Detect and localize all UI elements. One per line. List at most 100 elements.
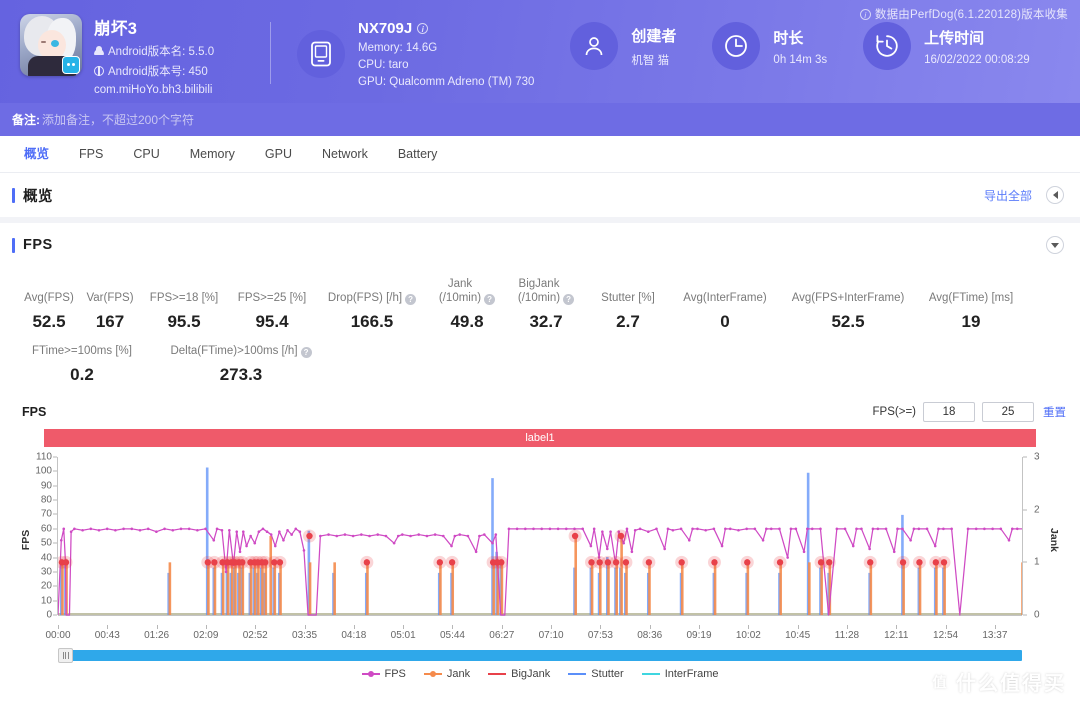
x-tick-label: 13:37 (982, 630, 1008, 641)
x-tick-label: 05:44 (439, 630, 465, 641)
app-version-code-row: Android版本号: 450 (94, 63, 214, 79)
bilibili-badge-icon (62, 56, 80, 74)
y-tick-mark (53, 513, 57, 515)
tab-overview[interactable]: 概览 (10, 136, 63, 172)
metric-cell: Stutter [%] 2.7 (586, 291, 670, 332)
device-memory: Memory: 14.6G (358, 42, 438, 54)
x-tick-mark (699, 625, 701, 629)
chart-plot-area[interactable]: FPS Jank 0 10 20 30 40 50 60 70 80 90 100 110 0 1 2 3 (14, 451, 1066, 629)
tab-bar: 概览 FPS CPU Memory GPU Network Battery (0, 136, 1080, 173)
y2-tick-label: 1 (1034, 556, 1040, 568)
creator-value: 机智 猫 (631, 54, 670, 67)
metric-label: Avg(FPS) (24, 292, 74, 304)
metric-cell: Avg(FPS+InterFrame) 52.5 (780, 291, 916, 332)
legend-swatch (568, 673, 587, 675)
app-version-name-row: Android版本名: 5.5.0 (94, 43, 214, 59)
x-tick-label: 02:09 (193, 630, 219, 641)
x-tick-mark (255, 625, 257, 629)
upload-time-title: 上传时间 (924, 29, 985, 47)
fps-chart-panel: FPS FPS(>=) 重置 label1 FPS Jank 010203040… (0, 399, 1080, 680)
note-placeholder[interactable]: 添加备注，不超过200个字符 (42, 111, 194, 128)
chart-scrollbar[interactable] (58, 648, 1022, 663)
x-tick-mark (797, 625, 799, 629)
upload-time-value: 16/02/2022 00:08:29 (924, 53, 1030, 66)
y-tick-label: 40 (40, 552, 52, 564)
tab-battery[interactable]: Battery (384, 136, 452, 172)
legend-item[interactable]: Jank (423, 668, 470, 680)
y-tick-mark (53, 557, 57, 559)
tab-network[interactable]: Network (308, 136, 382, 172)
note-bar[interactable]: 备注: 添加备注，不超过200个字符 (0, 103, 1080, 136)
metric-value: 95.5 (167, 312, 201, 331)
metric-label: Var(FPS) (86, 292, 134, 304)
export-all-button[interactable]: 导出全部 (984, 187, 1032, 204)
x-tick-mark (600, 625, 602, 629)
app-package: com.miHoYo.bh3.bilibili (94, 84, 213, 96)
chart-canvas[interactable] (58, 451, 1022, 629)
metric-cell: Var(FPS) 167 (80, 291, 140, 332)
legend-item[interactable]: InterFrame (641, 668, 719, 680)
collapse-left-button[interactable] (1046, 186, 1064, 204)
tab-gpu[interactable]: GPU (251, 136, 306, 172)
fps-section-header: FPS (0, 223, 1080, 267)
device-info-icon[interactable]: i (417, 23, 429, 34)
metric-value: 167 (95, 312, 125, 331)
y-tick-label: 90 (40, 480, 52, 492)
tab-fps[interactable]: FPS (65, 136, 117, 172)
history-icon (863, 22, 912, 70)
chart-legend: FPS Jank BigJank Stutter InterFrame (14, 668, 1066, 680)
metrics-row-primary: Avg(FPS) 52.5 Var(FPS) 167 FPS>=18 [%] 95.5 FP… (18, 277, 1062, 332)
x-tick-mark (107, 625, 109, 629)
x-tick-label: 00:00 (45, 630, 71, 641)
y2-tick-mark (1023, 561, 1027, 563)
x-tick-label: 10:45 (785, 630, 811, 641)
metric-cell: Avg(FTime) [ms] 19 (916, 291, 1026, 332)
legend-label: BigJank (511, 668, 551, 680)
page-title: 概览 (23, 188, 53, 205)
metric-label: FPS>=18 [%] (149, 292, 219, 304)
y-tick-label: 100 (35, 465, 52, 477)
x-tick-label: 05:01 (390, 630, 416, 641)
collapse-fps-button[interactable] (1046, 236, 1064, 254)
y-axis-title-right: Jank (1048, 528, 1061, 552)
fps-threshold-low-input[interactable] (923, 402, 975, 422)
metric-cell: Jank (/10min)? 49.8 (428, 277, 506, 332)
tab-memory[interactable]: Memory (176, 136, 249, 172)
android-icon (94, 46, 104, 56)
metric-value: 166.5 (350, 312, 394, 331)
device-info-block: NX709J i Memory: 14.6G CPU: taro GPU: Qu… (271, 0, 534, 88)
x-tick-mark (945, 625, 947, 629)
metric-cell: BigJank (/10min)? 32.7 (506, 277, 586, 332)
legend-item[interactable]: FPS (361, 668, 406, 680)
fps-threshold-high-input[interactable] (982, 402, 1034, 422)
legend-item[interactable]: Stutter (568, 668, 624, 680)
y-tick-mark (53, 542, 57, 544)
help-icon[interactable]: ? (405, 294, 417, 305)
globe-icon (94, 65, 104, 76)
device-cpu: CPU: taro (358, 59, 409, 71)
phone-icon (297, 30, 345, 78)
y-tick-label: 110 (36, 451, 52, 463)
x-tick-mark (304, 625, 306, 629)
tab-cpu[interactable]: CPU (119, 136, 173, 172)
x-tick-label: 12:54 (933, 630, 959, 641)
y-axis-line-right (1022, 457, 1023, 615)
legend-item[interactable]: BigJank (488, 668, 550, 680)
help-icon[interactable]: ? (484, 294, 496, 305)
app-name: 崩坏3 (94, 20, 138, 38)
chart-label-band[interactable]: label1 (44, 429, 1036, 447)
legend-swatch (641, 673, 660, 675)
x-tick-label: 01:26 (144, 630, 170, 641)
reset-button[interactable]: 重置 (1043, 404, 1066, 420)
help-icon[interactable]: ? (563, 294, 575, 305)
app-version-code: Android版本号: 450 (108, 66, 208, 78)
help-icon[interactable]: ? (300, 347, 312, 358)
metric-cell: FTime>=100ms [%] 0.2 (18, 344, 146, 385)
chart-scrollbar-handle[interactable] (58, 648, 73, 663)
legend-swatch (488, 673, 507, 675)
metric-cell: Avg(FPS) 52.5 (18, 291, 80, 332)
x-tick-label: 11:28 (834, 630, 860, 641)
device-model-row: NX709J i (358, 20, 534, 37)
chevron-down-icon (1051, 242, 1059, 248)
y2-tick-label: 0 (1034, 609, 1040, 621)
